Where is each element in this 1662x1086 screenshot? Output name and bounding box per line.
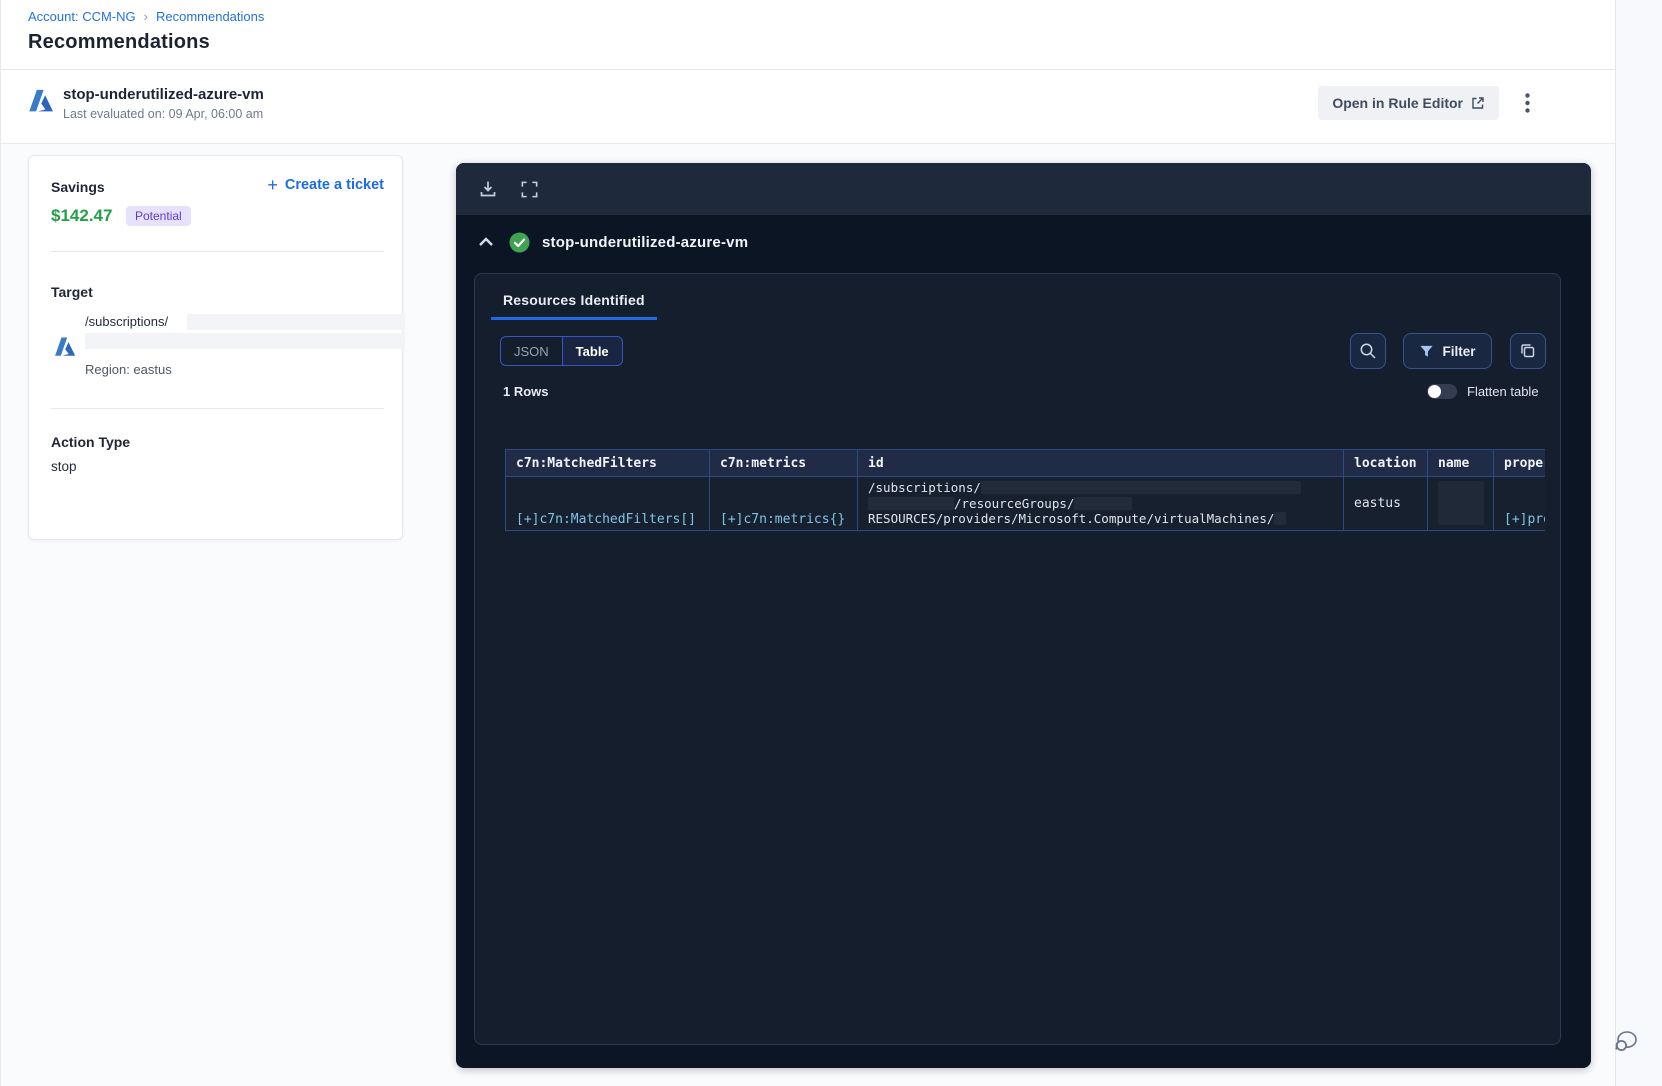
table-header-row: c7n:MatchedFilters c7n:metrics id locati… xyxy=(505,449,1545,477)
flatten-table-toggle[interactable] xyxy=(1427,384,1457,399)
more-options-button[interactable] xyxy=(1515,91,1539,115)
potential-badge: Potential xyxy=(126,206,191,226)
copy-button[interactable] xyxy=(1510,333,1546,369)
column-header-location: location xyxy=(1343,449,1428,477)
download-button[interactable] xyxy=(478,177,502,201)
external-link-icon xyxy=(1471,96,1485,110)
tab-resources-identified[interactable]: Resources Identified xyxy=(491,282,657,320)
redacted-value xyxy=(1438,481,1484,526)
azure-icon xyxy=(54,336,76,358)
rule-last-evaluated: Last evaluated on: 09 Apr, 06:00 am xyxy=(63,107,264,121)
toggle-knob xyxy=(1428,385,1441,398)
breadcrumb-separator: › xyxy=(143,9,148,24)
kebab-icon xyxy=(1524,93,1530,113)
success-check-icon xyxy=(509,232,530,253)
cell-properties-expander[interactable]: [+]properties{} xyxy=(1493,476,1545,531)
resources-table: c7n:MatchedFilters c7n:metrics id locati… xyxy=(505,449,1545,531)
rule-result-header: stop-underutilized-azure-vm xyxy=(456,227,1591,257)
search-button[interactable] xyxy=(1350,333,1386,369)
chat-bubbles-icon xyxy=(1615,1031,1637,1051)
download-icon xyxy=(480,181,496,197)
azure-icon xyxy=(28,88,54,114)
column-header-id: id xyxy=(857,449,1344,477)
filter-button[interactable]: Filter xyxy=(1403,333,1492,369)
view-json-button[interactable]: JSON xyxy=(501,337,563,365)
view-table-button[interactable]: Table xyxy=(562,337,622,365)
savings-amount: $142.47 xyxy=(51,206,113,225)
column-header-name: name xyxy=(1427,449,1494,477)
redacted-value xyxy=(868,496,954,510)
flatten-table-label: Flatten table xyxy=(1467,384,1539,399)
create-ticket-label: Create a ticket xyxy=(284,177,384,193)
evaluation-results-panel: stop-underutilized-azure-vm Resources Id… xyxy=(456,163,1591,1068)
resources-table-wrapper[interactable]: c7n:MatchedFilters c7n:metrics id locati… xyxy=(505,449,1545,550)
open-in-rule-editor-label: Open in Rule Editor xyxy=(1332,95,1463,111)
chevron-up-icon xyxy=(479,237,493,246)
plus-icon: + xyxy=(267,175,278,195)
right-gutter xyxy=(1615,0,1662,1086)
divider xyxy=(51,251,384,252)
breadcrumb-recommendations-link[interactable]: Recommendations xyxy=(156,9,264,24)
page-title: Recommendations xyxy=(28,31,210,53)
recommendations-page: Account: CCM-NG › Recommendations Recomm… xyxy=(0,0,1662,1086)
column-header-metrics: c7n:metrics xyxy=(709,449,858,477)
savings-label: Savings xyxy=(51,179,105,195)
id-line-1: /subscriptions/ xyxy=(868,480,981,495)
target-region: Region: eastus xyxy=(85,362,172,377)
redacted-value xyxy=(187,314,405,330)
fullscreen-button[interactable] xyxy=(520,177,544,201)
redacted-value xyxy=(1074,496,1133,510)
open-in-rule-editor-button[interactable]: Open in Rule Editor xyxy=(1318,86,1499,120)
view-mode-toggle: JSON Table xyxy=(500,336,623,366)
create-ticket-button[interactable]: + Create a ticket xyxy=(267,175,384,195)
redacted-value xyxy=(1274,512,1287,526)
rows-count: 1 Rows xyxy=(503,384,549,399)
id-line-3: RESOURCES/providers/Microsoft.Compute/vi… xyxy=(868,511,1275,526)
target-path: /subscriptions/ xyxy=(85,314,169,329)
redacted-value xyxy=(85,333,405,349)
cell-name xyxy=(1427,476,1494,531)
target-label: Target xyxy=(51,284,93,300)
rule-result-title: stop-underutilized-azure-vm xyxy=(542,233,749,251)
recommendation-summary-card: Savings + Create a ticket $142.47 Potent… xyxy=(28,155,405,540)
action-type-value: stop xyxy=(51,459,77,474)
breadcrumb-account-link[interactable]: Account: CCM-NG xyxy=(28,9,136,24)
cell-location: eastus xyxy=(1343,476,1428,531)
action-type-label: Action Type xyxy=(51,434,131,450)
copy-icon xyxy=(1521,344,1535,358)
rule-name: stop-underutilized-azure-vm xyxy=(63,86,264,103)
filter-label: Filter xyxy=(1442,343,1476,359)
redacted-value xyxy=(980,481,1301,495)
cell-metrics-expander[interactable]: [+]c7n:metrics{} xyxy=(709,476,858,531)
rule-header: stop-underutilized-azure-vm Last evaluat… xyxy=(1,71,1615,144)
collapse-button[interactable] xyxy=(478,232,498,252)
top-bar: Account: CCM-NG › Recommendations Recomm… xyxy=(1,0,1615,70)
divider xyxy=(51,408,384,409)
table-row: [+]c7n:MatchedFilters[] [+]c7n:metrics{}… xyxy=(505,476,1545,531)
column-header-matched-filters: c7n:MatchedFilters xyxy=(505,449,710,477)
resources-identified-section: Resources Identified JSON Table Filter 1… xyxy=(474,273,1561,1045)
cell-id: /subscriptions/ /resourceGroups/ RESOURC… xyxy=(857,476,1344,531)
id-line-2: /resourceGroups/ xyxy=(954,495,1075,511)
breadcrumb: Account: CCM-NG › Recommendations xyxy=(28,9,264,24)
chat-help-button[interactable] xyxy=(1609,1020,1649,1060)
cell-matched-filters-expander[interactable]: [+]c7n:MatchedFilters[] xyxy=(505,476,710,531)
column-header-properties: properties xyxy=(1493,449,1545,477)
results-toolbar xyxy=(456,163,1591,215)
filter-icon xyxy=(1420,345,1434,357)
fullscreen-icon xyxy=(521,181,538,197)
search-icon xyxy=(1360,343,1376,359)
